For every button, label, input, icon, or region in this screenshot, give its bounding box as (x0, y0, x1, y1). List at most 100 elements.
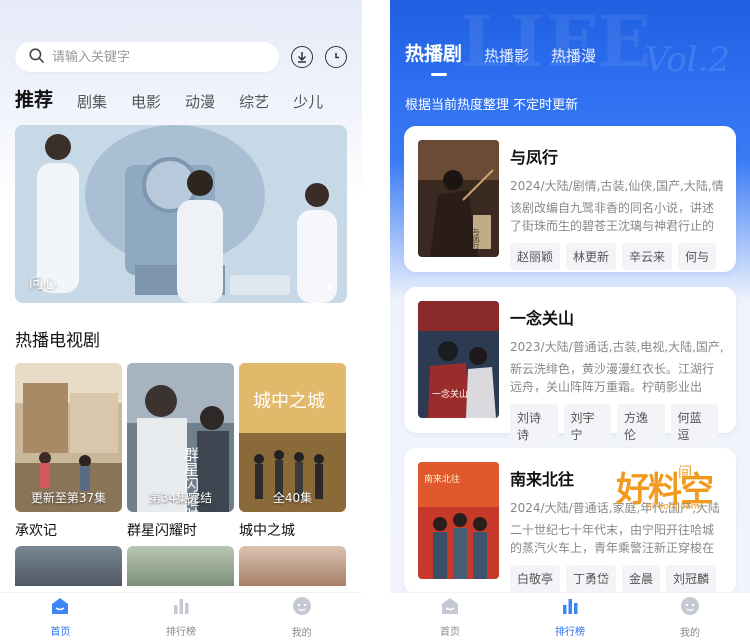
rank-description: 该剧改编自九鹭非香的同名小说，讲述了街珠而生的碧苍王沈璃与神君行止的爱... (510, 201, 715, 233)
cast-chip[interactable]: 刘宇宁 (563, 404, 611, 448)
site-watermark-logo: 好料空 间 hlroom.com (616, 462, 714, 512)
rank-description: 二十世纪七十年代末，由宁阳开往哈城的蒸汽火车上，青年乘警汪新正穿梭在熙... (510, 523, 715, 555)
drama-grid: 更新至第37集 承欢记 群星闪耀时 第34集完结 群星闪耀时 城中之城 全40集… (15, 363, 347, 586)
home-icon (50, 597, 70, 619)
banner-dot-active (328, 284, 333, 289)
tab-hot-anime[interactable]: 热播漫 (551, 45, 596, 66)
drama-card[interactable] (239, 546, 346, 586)
tab-hot-movie[interactable]: 热播影 (484, 45, 529, 66)
bar-chart-icon (172, 597, 190, 619)
cast-chip[interactable]: 刘冠麟 (666, 565, 717, 592)
tabbar-mine-label: 我的 (291, 628, 312, 639)
episode-badge: 更新至第37集 (30, 491, 107, 505)
search-icon (29, 47, 44, 67)
watermark-url: hlroom.com (646, 502, 700, 512)
drama-title: 群星闪耀时 (127, 523, 197, 539)
cast-chip[interactable]: 方逸伦 (617, 404, 665, 448)
drama-poster (239, 546, 346, 586)
episode-badge: 第34集完结 (148, 491, 213, 505)
rank-tabs: 热播剧 热播影 热播漫 (405, 36, 735, 76)
tab-recommend[interactable]: 推荐 (15, 85, 53, 112)
search-box[interactable] (15, 42, 279, 72)
tabbar-mine-label: 我的 (680, 628, 700, 639)
user-face-icon (680, 596, 700, 620)
cast-list: 刘诗诗 刘宇宁 方逸伦 何蓝逗 (510, 404, 724, 448)
banner-artwork (15, 125, 347, 303)
rank-card[interactable]: 与凤行 与凤行 2024/大陆/剧情,古装,仙侠,国产,大陆,情,爱 该剧改编自… (404, 126, 736, 272)
rank-subtitle: 根据当前热度整理 不定时更新 (405, 98, 579, 113)
tab-movies[interactable]: 电影 (131, 91, 161, 112)
tabbar-home[interactable]: 首页 (390, 593, 510, 642)
tabbar-mine[interactable]: 我的 (241, 593, 362, 642)
download-icon[interactable] (291, 46, 313, 68)
banner-pagination (324, 284, 333, 289)
rank-poster: 一念关山 (418, 301, 499, 418)
tabbar-home[interactable]: 首页 (0, 593, 121, 642)
home-icon (440, 597, 460, 619)
drama-card[interactable]: 更新至第37集 承欢记 (15, 363, 122, 546)
rank-card[interactable]: 一念关山 一念关山 2023/大陆/普通话,古装,电视,大陆,国产,动 新云洗绯… (404, 287, 736, 448)
tab-variety[interactable]: 综艺 (239, 91, 269, 112)
drama-poster (127, 546, 234, 586)
ranking-screen: LIFE Vol.2 热播剧 热播影 热播漫 根据当前热度整理 不定时更新 与凤… (390, 0, 750, 642)
user-face-icon (292, 596, 312, 620)
cast-list: 白敬亭 丁勇岱 金晨 刘冠麟 (510, 565, 724, 592)
tab-kids[interactable]: 少儿 (293, 91, 323, 112)
section-title: 热播电视剧 (15, 331, 100, 351)
drama-card[interactable] (127, 546, 234, 586)
cast-list: 赵丽颖 林更新 辛云来 何与 (510, 243, 724, 270)
cast-chip[interactable]: 白敬亭 (510, 565, 561, 592)
search-input[interactable] (52, 49, 242, 65)
drama-card[interactable] (15, 546, 122, 586)
tab-hot-drama[interactable]: 热播剧 (405, 39, 462, 76)
drama-title: 承欢记 (15, 523, 57, 539)
poster-title-text: 南来北往 (424, 473, 460, 485)
cast-chip[interactable]: 何蓝逗 (670, 404, 718, 448)
episode-badge: 全40集 (272, 491, 313, 505)
category-tabs: 推荐 剧集 电影 动漫 综艺 少儿 (15, 86, 362, 112)
tabbar-rank-label: 排行榜 (166, 627, 196, 638)
cast-chip[interactable]: 金晨 (622, 565, 661, 592)
drama-card[interactable]: 群星闪耀时 第34集完结 群星闪耀时 (127, 363, 234, 546)
tabbar-home-label: 首页 (440, 627, 460, 638)
featured-banner[interactable]: 问心 (15, 125, 347, 303)
rank-poster: 南来北往 (418, 462, 499, 579)
bottom-tabbar: 首页 排行榜 我的 (0, 592, 362, 642)
rank-info: 与凤行 2024/大陆/剧情,古装,仙侠,国产,大陆,情,爱 该剧改编自九鹭非香… (510, 140, 724, 270)
banner-caption: 问心 (29, 276, 57, 292)
poster-title-text: 与凤行 (472, 228, 480, 250)
cast-chip[interactable]: 辛云来 (622, 243, 673, 270)
rank-info: 一念关山 2023/大陆/普通话,古装,电视,大陆,国产,动 新云洗绯色，黄沙漫… (510, 301, 724, 448)
tabbar-home-label: 首页 (50, 627, 71, 638)
rank-description: 新云洗绯色，黄沙漫漫红衣长。江湖行远舟，关山阵阵万重霜。柠萌影业出品，... (510, 362, 715, 394)
cast-chip[interactable]: 丁勇岱 (566, 565, 617, 592)
drama-poster: 群星闪耀时 第34集完结 (127, 363, 234, 512)
rank-title: 与凤行 (510, 148, 559, 167)
tabbar-rank-label: 排行榜 (555, 627, 585, 638)
tabbar-rank[interactable]: 排行榜 (121, 593, 242, 642)
clock-icon[interactable] (325, 46, 347, 68)
tabbar-rank[interactable]: 排行榜 (510, 593, 630, 642)
rank-title: 一念关山 (510, 309, 575, 328)
cast-chip[interactable]: 刘诗诗 (510, 404, 558, 448)
drama-poster: 更新至第37集 (15, 363, 122, 512)
drama-poster: 城中之城 全40集 (239, 363, 346, 512)
rank-meta: 2024/大陆/剧情,古装,仙侠,国产,大陆,情,爱 (510, 179, 724, 193)
cast-chip[interactable]: 赵丽颖 (510, 243, 561, 270)
cast-chip[interactable]: 何与 (678, 243, 717, 270)
tabbar-mine[interactable]: 我的 (630, 593, 750, 642)
watermark-small-text: 间 (678, 465, 692, 481)
drama-poster (15, 546, 122, 586)
cast-chip[interactable]: 林更新 (566, 243, 617, 270)
search-row (15, 42, 347, 72)
tab-series[interactable]: 剧集 (77, 91, 107, 112)
bar-chart-icon (561, 597, 579, 619)
poster-title-text: 一念关山 (432, 388, 468, 400)
home-screen: 推荐 剧集 电影 动漫 综艺 少儿 问心 热播电视剧 (0, 0, 362, 642)
rank-meta: 2023/大陆/普通话,古装,电视,大陆,国产,动 (510, 340, 724, 354)
tab-anime[interactable]: 动漫 (185, 91, 215, 112)
rank-poster: 与凤行 (418, 140, 499, 257)
drama-title: 城中之城 (239, 523, 295, 539)
drama-card[interactable]: 城中之城 全40集 城中之城 (239, 363, 346, 546)
poster-title-text: 城中之城 (253, 391, 325, 412)
